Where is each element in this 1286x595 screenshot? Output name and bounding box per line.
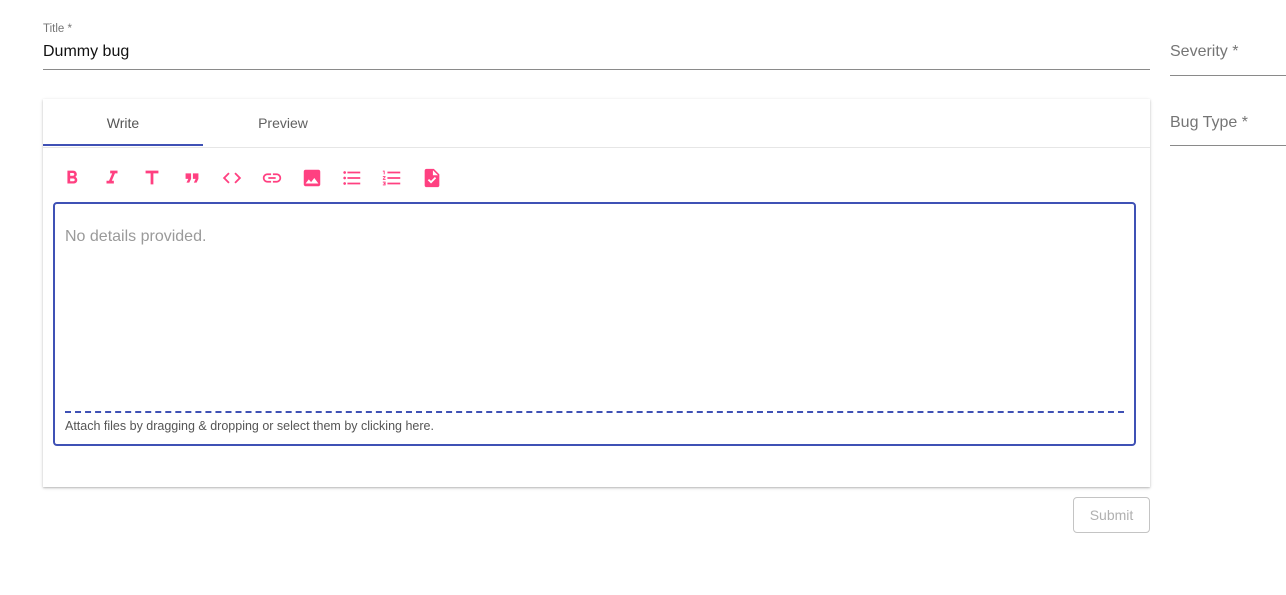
bulleted-list-icon[interactable] xyxy=(340,166,364,190)
tab-write[interactable]: Write xyxy=(43,99,203,147)
checklist-icon[interactable] xyxy=(420,166,444,190)
title-input[interactable] xyxy=(43,43,1150,61)
bug-type-label: Bug Type * xyxy=(1170,114,1248,131)
title-field[interactable]: Title * xyxy=(43,22,1150,70)
image-icon[interactable] xyxy=(300,166,324,190)
title-label: Title * xyxy=(43,23,72,35)
attach-files-link[interactable]: Attach files by dragging & dropping or s… xyxy=(65,419,434,433)
tab-preview[interactable]: Preview xyxy=(203,99,363,147)
attach-divider xyxy=(65,411,1124,413)
quote-icon[interactable] xyxy=(180,166,204,190)
italic-icon[interactable] xyxy=(100,166,124,190)
active-tab-indicator xyxy=(43,144,203,146)
severity-select[interactable]: Severity * xyxy=(1170,38,1286,76)
bold-icon[interactable] xyxy=(60,166,84,190)
link-icon[interactable] xyxy=(260,166,284,190)
description-textarea[interactable]: No details provided. Attach files by dra… xyxy=(53,202,1136,446)
bug-type-select[interactable]: Bug Type * xyxy=(1170,108,1286,146)
submit-button[interactable]: Submit xyxy=(1073,497,1150,533)
severity-label: Severity * xyxy=(1170,43,1239,60)
heading-icon[interactable] xyxy=(140,166,164,190)
numbered-list-icon[interactable] xyxy=(380,166,404,190)
description-editor: Write Preview No details provided. Attac… xyxy=(43,99,1150,487)
code-icon[interactable] xyxy=(220,166,244,190)
description-placeholder: No details provided. xyxy=(65,228,207,245)
editor-tabs: Write Preview xyxy=(43,99,1150,148)
